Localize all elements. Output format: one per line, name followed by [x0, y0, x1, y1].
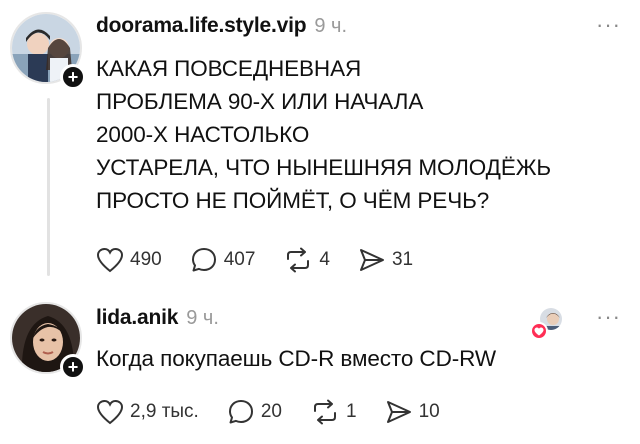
thread-post: + doorama.life.style.vip 9 ч. ··· КАКАЯ …	[0, 0, 640, 290]
share-button[interactable]: 31	[358, 247, 413, 273]
share-count: 10	[418, 401, 440, 422]
share-button[interactable]: 10	[385, 399, 440, 425]
comment-count: 407	[223, 249, 256, 270]
username[interactable]: lida.anik	[96, 306, 178, 330]
more-dots-icon[interactable]: ···	[596, 12, 621, 38]
repost-button[interactable]: 4	[283, 247, 330, 273]
follow-plus-button[interactable]: +	[60, 354, 86, 380]
action-bar: 490 407 4 31	[96, 246, 441, 274]
comment-bubble-icon	[228, 400, 253, 424]
timestamp: 9 ч.	[186, 307, 219, 329]
post-header: lida.anik 9 ч.	[96, 306, 219, 330]
share-count: 31	[391, 249, 414, 270]
post-text: Когда покупаешь CD-R вместо CD-RW	[96, 346, 496, 371]
post-header: doorama.life.style.vip 9 ч.	[96, 14, 347, 38]
reply-post: + lida.anik 9 ч. ··· Когда покупаешь CD-…	[0, 292, 640, 444]
post-text: КАКАЯ ПОВСЕДНЕВНАЯ ПРОБЛЕМА 90-Х ИЛИ НАЧ…	[96, 56, 552, 213]
follow-plus-button[interactable]: +	[60, 64, 86, 90]
heart-outline-icon	[96, 399, 124, 425]
plus-icon: +	[67, 67, 79, 87]
plus-icon: +	[67, 357, 79, 377]
repost-button[interactable]: 1	[310, 399, 357, 425]
liked-heart-badge	[530, 322, 548, 340]
send-arrow-icon	[386, 401, 411, 423]
like-button[interactable]: 2,9 тыс.	[96, 399, 199, 425]
timestamp: 9 ч.	[314, 15, 347, 37]
heart-filled-icon	[534, 327, 544, 335]
send-arrow-icon	[359, 249, 384, 271]
more-dots-icon[interactable]: ···	[596, 304, 621, 330]
comment-bubble-icon	[191, 248, 216, 272]
thread-connector-line	[47, 98, 50, 276]
heart-outline-icon	[96, 247, 124, 273]
repost-count: 4	[319, 249, 330, 270]
author-avatar-wrap[interactable]: +	[10, 12, 86, 90]
username[interactable]: doorama.life.style.vip	[96, 14, 307, 38]
repost-arrows-icon	[313, 399, 336, 425]
comment-button[interactable]: 20	[227, 398, 282, 426]
like-count: 490	[130, 249, 162, 270]
action-bar: 2,9 тыс. 20 1 10	[96, 398, 468, 426]
like-button[interactable]: 490	[96, 247, 162, 273]
comment-button[interactable]: 407	[190, 246, 256, 274]
repost-count: 1	[345, 401, 357, 422]
comment-count: 20	[260, 401, 282, 422]
repost-arrows-icon	[287, 247, 310, 273]
like-count: 2,9 тыс.	[130, 401, 199, 422]
author-avatar-wrap[interactable]: +	[10, 302, 86, 380]
